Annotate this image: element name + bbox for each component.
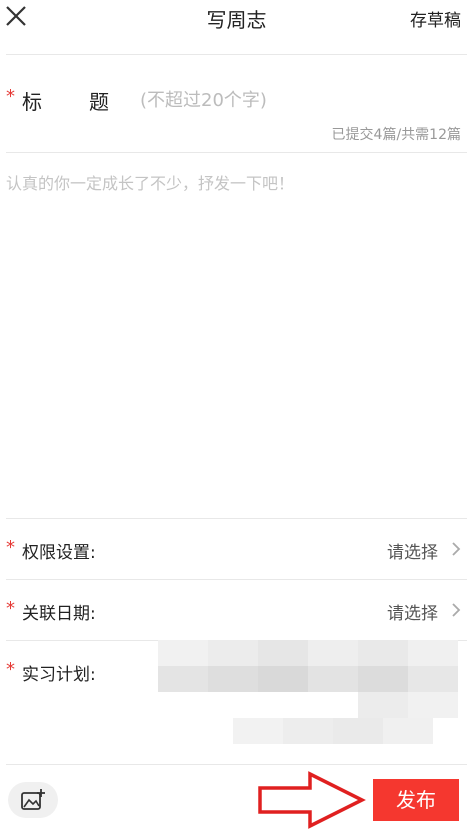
required-star: * bbox=[6, 659, 15, 680]
divider bbox=[6, 764, 467, 765]
divider bbox=[6, 54, 467, 55]
permission-row[interactable]: * 权限设置: 请选择 bbox=[0, 519, 473, 579]
title-input[interactable] bbox=[140, 86, 450, 114]
date-row[interactable]: * 关联日期: 请选择 bbox=[0, 580, 473, 640]
required-star: * bbox=[6, 86, 15, 107]
page-title: 写周志 bbox=[206, 8, 267, 32]
title-label: 标 bbox=[22, 90, 42, 114]
internship-plan-label: 实习计划: bbox=[22, 665, 96, 685]
pixelated-plan-value bbox=[158, 640, 467, 744]
add-image-icon bbox=[21, 789, 45, 810]
submission-count: 已提交4篇/共需12篇 bbox=[331, 127, 461, 143]
top-bar: 写周志 存草稿 bbox=[0, 0, 473, 40]
arrow-annotation-icon bbox=[258, 771, 366, 829]
divider bbox=[6, 152, 467, 153]
date-select[interactable]: 请选择 bbox=[387, 599, 438, 624]
title-field-row: * 标 题 bbox=[0, 82, 473, 118]
required-star: * bbox=[6, 537, 15, 558]
permission-label: 权限设置: bbox=[22, 543, 96, 563]
required-star: * bbox=[6, 598, 15, 619]
chevron-right-icon bbox=[452, 542, 461, 556]
publish-button[interactable]: 发布 bbox=[373, 779, 459, 821]
save-draft-button[interactable]: 存草稿 bbox=[410, 6, 461, 31]
content-input[interactable] bbox=[6, 170, 467, 510]
chevron-right-icon bbox=[452, 603, 461, 617]
date-label: 关联日期: bbox=[22, 604, 96, 624]
permission-select[interactable]: 请选择 bbox=[387, 538, 438, 563]
add-image-button[interactable] bbox=[8, 782, 58, 818]
title-label: 题 bbox=[89, 90, 109, 114]
